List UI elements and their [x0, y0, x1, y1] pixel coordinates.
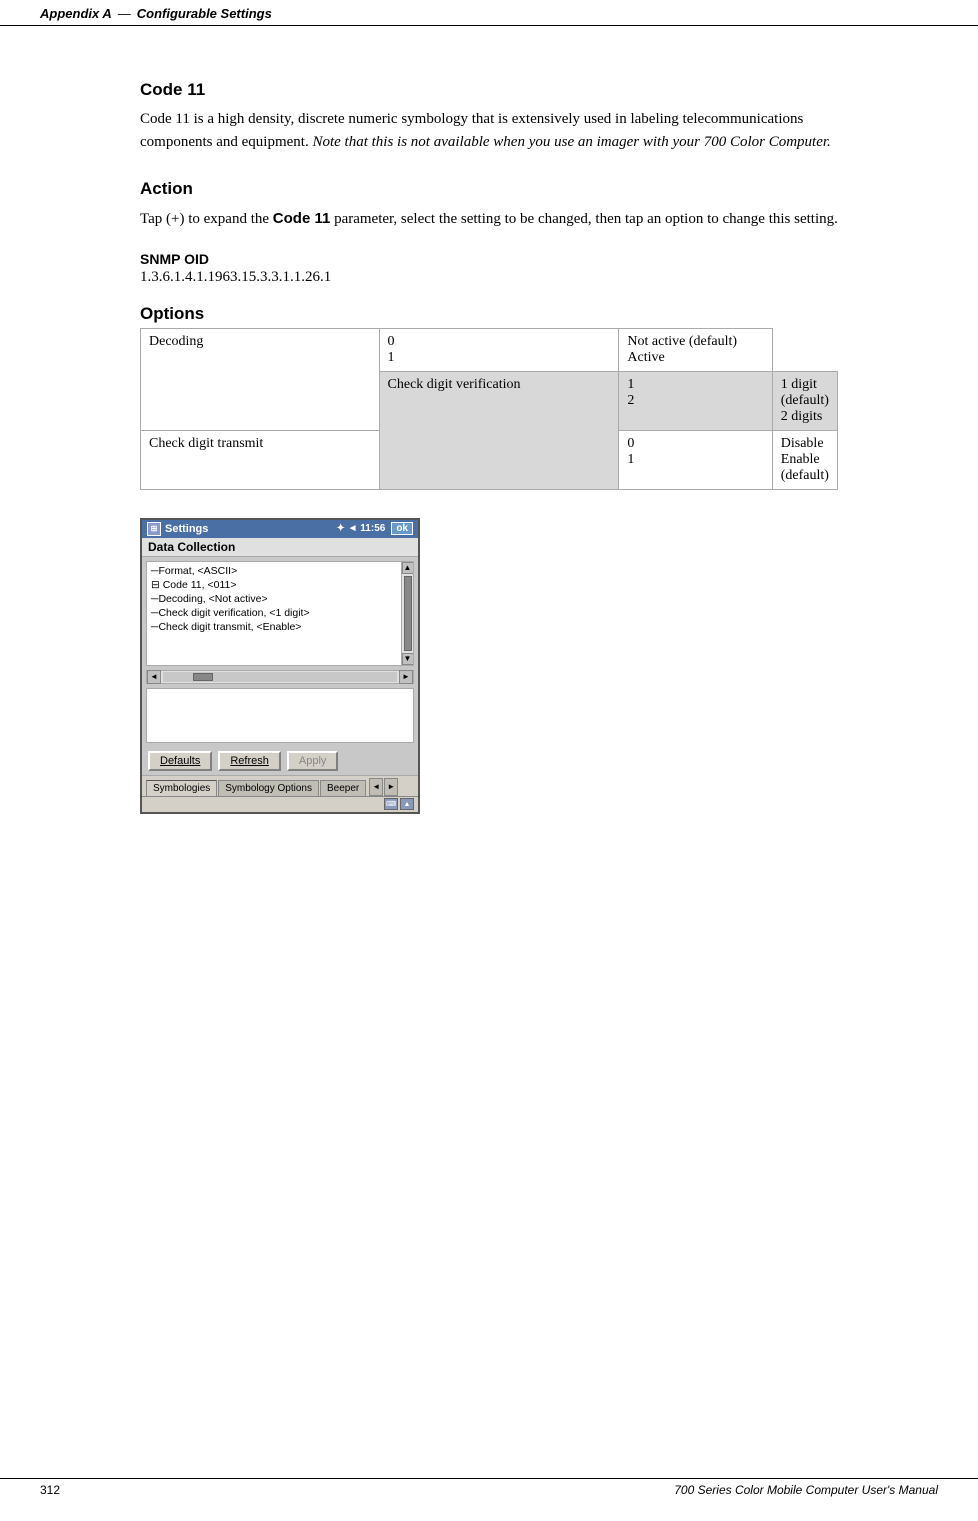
list-item[interactable]: ⊟ Code 11, <011>	[149, 578, 397, 592]
device-hscroll[interactable]: ◄ ►	[146, 670, 414, 684]
option-description: Disable Enable (default)	[772, 430, 837, 489]
code11-note: Note that this is not available when you…	[312, 134, 830, 150]
device-titlebar: ⊞ Settings ✦ ◄ 11:56 ok	[142, 520, 418, 538]
device-buttons: Defaults Refresh Apply	[142, 747, 418, 775]
titlebar-label: Settings	[165, 523, 208, 535]
titlebar-status: ✦ ◄ 11:56	[336, 523, 385, 534]
taskbar-icon-arrow-up[interactable]: ▲	[400, 798, 414, 810]
option-description: 1 digit (default) 2 digits	[772, 371, 837, 430]
list-item[interactable]: ─Check digit transmit, <Enable>	[149, 620, 397, 634]
snmp-heading: SNMP OID	[140, 251, 838, 267]
action-body: Tap (+) to expand the Code 11 parameter,…	[140, 207, 838, 231]
device-tree-area: ─Format, <ASCII>⊟ Code 11, <011> ─Decodi…	[146, 561, 414, 666]
refresh-button[interactable]: Refresh	[218, 751, 281, 771]
scrollbar-up-btn[interactable]: ▲	[402, 562, 414, 574]
scrollbar-thumb	[404, 576, 412, 651]
device-info-area	[146, 688, 414, 743]
list-item[interactable]: ─Format, <ASCII>	[149, 564, 397, 578]
titlebar-right: ✦ ◄ 11:56 ok	[336, 522, 413, 535]
tab-arrow-right[interactable]: ►	[384, 778, 398, 796]
tab-beeper[interactable]: Beeper	[320, 780, 366, 796]
header-title: Configurable Settings	[137, 6, 272, 21]
defaults-button[interactable]: Defaults	[148, 751, 212, 771]
hscroll-left-btn[interactable]: ◄	[147, 670, 161, 684]
option-name: Decoding	[141, 328, 380, 430]
apply-button[interactable]: Apply	[287, 751, 339, 771]
device-tabs: Symbologies Symbology Options Beeper ◄ ►	[142, 775, 418, 796]
tree-lines: ─Format, <ASCII>⊟ Code 11, <011> ─Decodi…	[149, 564, 411, 634]
tree-scrollbar[interactable]: ▲ ▼	[401, 562, 413, 665]
header-appendix: Appendix A	[40, 6, 112, 21]
settings-icon: ⊞	[147, 522, 161, 536]
options-heading: Options	[140, 304, 838, 324]
option-value: 1 2	[619, 371, 772, 430]
snmp-value: 1.3.6.1.4.1.1963.15.3.3.1.1.26.1	[140, 269, 838, 286]
option-name: Check digit transmit	[141, 430, 380, 489]
ok-button[interactable]: ok	[391, 522, 413, 535]
main-content: Code 11 Code 11 is a high density, discr…	[0, 26, 978, 874]
hscroll-track	[163, 672, 397, 682]
tab-symbologies[interactable]: Symbologies	[146, 780, 217, 796]
header-dash: —	[118, 6, 131, 21]
option-value: 0 1	[379, 328, 619, 371]
code11-heading: Code 11	[140, 80, 838, 100]
device-screenshot: ⊞ Settings ✦ ◄ 11:56 ok Data Collection …	[140, 518, 420, 814]
hscroll-right-btn[interactable]: ►	[399, 670, 413, 684]
option-name: Check digit verification	[379, 371, 619, 489]
scrollbar-down-btn[interactable]: ▼	[402, 653, 414, 665]
titlebar-left: ⊞ Settings	[147, 522, 208, 536]
option-description: Not active (default) Active	[619, 328, 772, 371]
action-heading: Action	[140, 179, 838, 199]
list-item[interactable]: ─Check digit verification, <1 digit>	[149, 606, 397, 620]
hscroll-thumb	[193, 673, 213, 681]
page-footer: 312 700 Series Color Mobile Computer Use…	[0, 1478, 978, 1501]
code11-body: Code 11 is a high density, discrete nume…	[140, 108, 838, 155]
table-row: Decoding0 1Not active (default) Active	[141, 328, 838, 371]
list-item[interactable]: ─Decoding, <Not active>	[149, 592, 397, 606]
device-taskbar: ⌨ ▲	[142, 796, 418, 812]
footer-page-number: 312	[40, 1483, 60, 1497]
device-subheader: Data Collection	[142, 538, 418, 557]
options-table: Decoding0 1Not active (default) ActiveCh…	[140, 328, 838, 490]
tab-symbology-options[interactable]: Symbology Options	[218, 780, 319, 796]
footer-title: 700 Series Color Mobile Computer User's …	[674, 1483, 938, 1497]
action-bold: Code 11	[273, 210, 331, 227]
taskbar-icon-keyboard[interactable]: ⌨	[384, 798, 398, 810]
option-value: 0 1	[619, 430, 772, 489]
tab-arrows: ◄ ►	[369, 778, 398, 796]
page-header: Appendix A — Configurable Settings	[0, 0, 978, 26]
tab-arrow-left[interactable]: ◄	[369, 778, 383, 796]
